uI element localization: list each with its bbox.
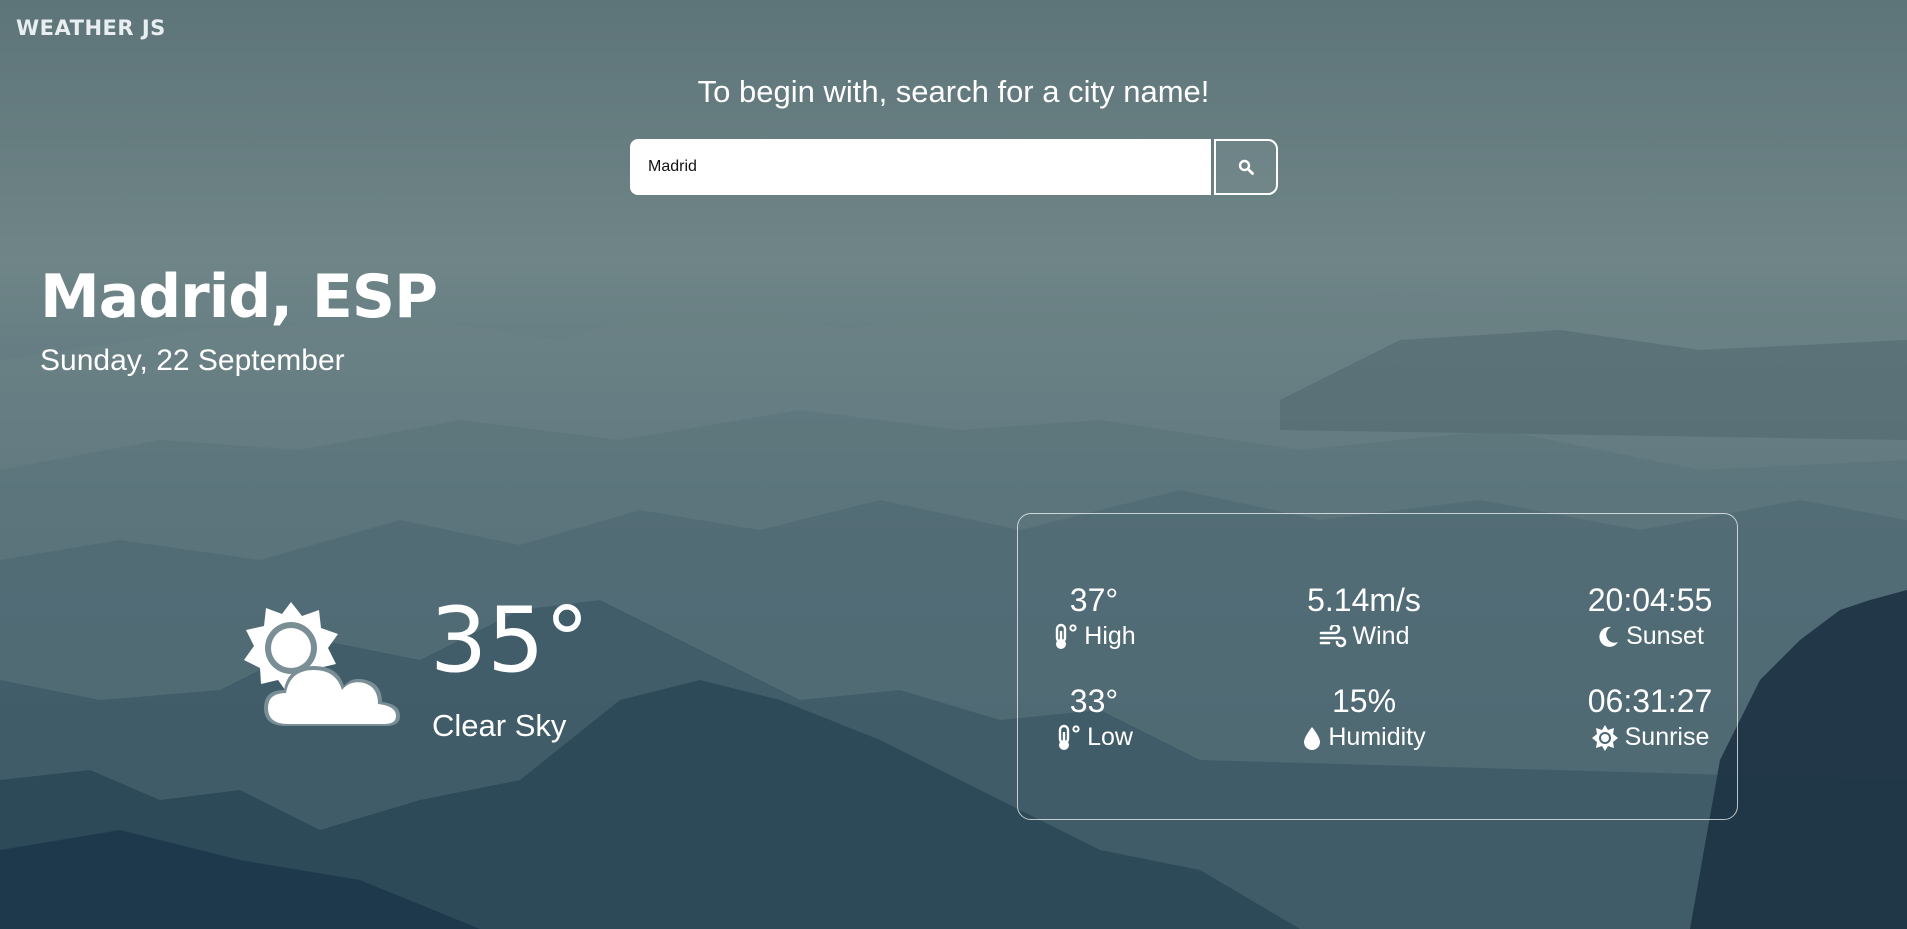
search-button[interactable] bbox=[1214, 139, 1278, 195]
stat-sunset: 20:04:55 Sunset bbox=[1575, 582, 1725, 654]
weather-description: Clear Sky bbox=[432, 708, 567, 743]
humidity-label: Humidity bbox=[1328, 723, 1426, 751]
sunset-label: Sunset bbox=[1626, 622, 1704, 650]
weather-app: WEATHER JS To begin with, search for a c… bbox=[0, 0, 1907, 929]
sun-icon bbox=[1591, 724, 1618, 751]
sunrise-value: 06:31:27 bbox=[1587, 683, 1713, 719]
search-bar bbox=[630, 139, 1278, 195]
stat-low: 33° Low bbox=[1034, 683, 1154, 757]
city-name: Madrid, ESP bbox=[40, 262, 438, 332]
app-logo[interactable]: WEATHER JS bbox=[16, 16, 166, 40]
thermometer-icon bbox=[1058, 724, 1080, 750]
wind-value: 5.14m/s bbox=[1307, 582, 1421, 618]
low-value: 33° bbox=[1069, 683, 1119, 719]
current-temperature: 35° bbox=[430, 588, 590, 693]
city-search-input[interactable] bbox=[630, 139, 1211, 195]
search-prompt: To begin with, search for a city name! bbox=[697, 74, 1210, 109]
droplet-icon bbox=[1304, 726, 1321, 750]
search-icon bbox=[1238, 159, 1254, 175]
low-label: Low bbox=[1087, 723, 1133, 751]
stat-wind: 5.14m/s Wind bbox=[1284, 582, 1444, 654]
high-label: High bbox=[1084, 622, 1136, 650]
weather-details-panel: 37° High 33° Low 5.14m/s Wind 15% Humidi… bbox=[1017, 513, 1738, 820]
sunrise-label: Sunrise bbox=[1624, 723, 1710, 751]
stat-humidity: 15% Humidity bbox=[1274, 683, 1454, 756]
stat-sunrise: 06:31:27 Sunrise bbox=[1575, 683, 1725, 757]
stat-high: 37° High bbox=[1034, 582, 1154, 656]
moon-icon bbox=[1599, 626, 1619, 647]
sunset-value: 20:04:55 bbox=[1587, 582, 1713, 618]
high-value: 37° bbox=[1069, 582, 1119, 618]
current-date: Sunday, 22 September bbox=[40, 344, 345, 377]
humidity-value: 15% bbox=[1331, 683, 1397, 719]
wind-label: Wind bbox=[1352, 622, 1410, 650]
partly-cloudy-icon bbox=[244, 602, 400, 726]
wind-icon bbox=[1319, 624, 1346, 647]
thermometer-icon bbox=[1056, 623, 1077, 649]
